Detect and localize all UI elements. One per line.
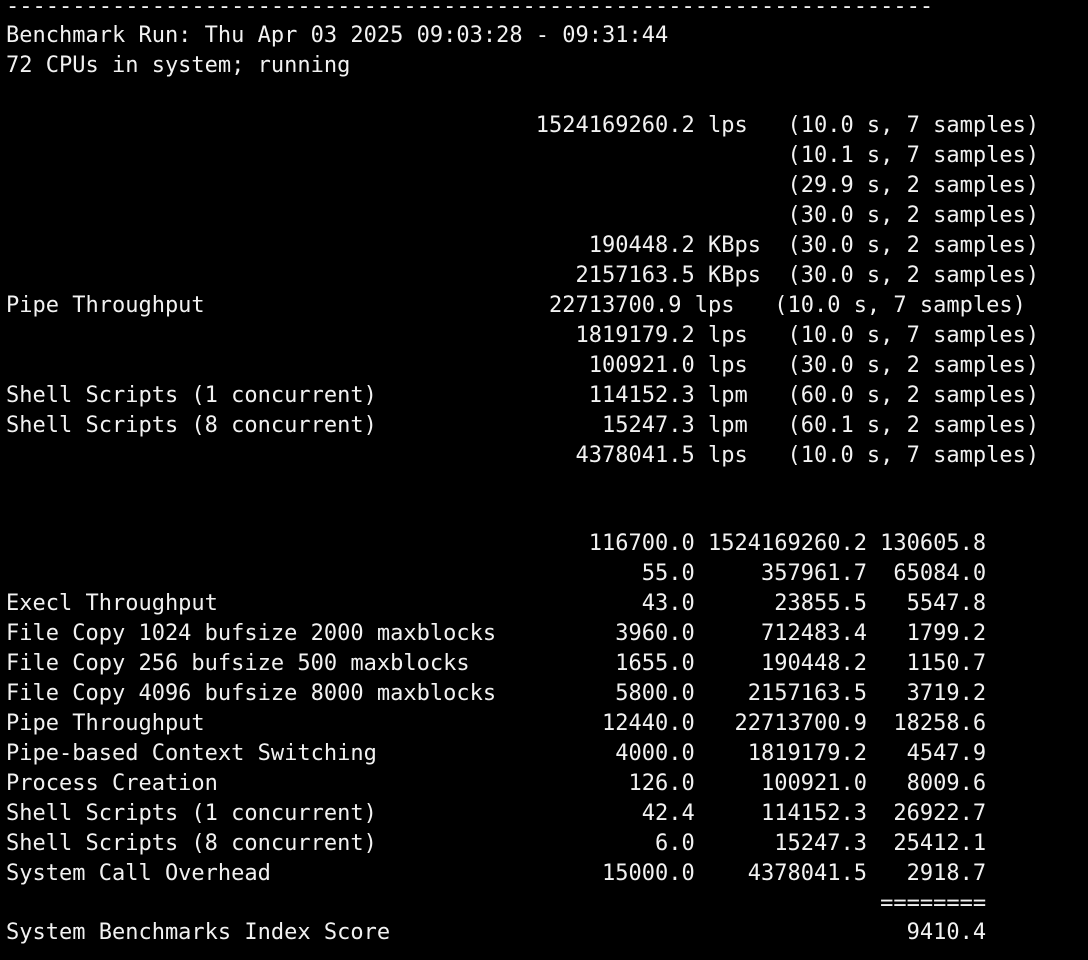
result-line-pipe-throughput: Pipe Throughput 22713700.9 lps (10.0 s, … — [6, 293, 1026, 318]
index-row-syscall: System Call Overhead 15000.0 4378041.5 2… — [6, 861, 987, 886]
index-table-row: 55.0 357961.7 65084.0 — [6, 561, 987, 586]
result-line: (29.9 s, 2 samples) — [6, 173, 1040, 198]
result-line: 1524169260.2 lps (10.0 s, 7 samples) — [6, 113, 1040, 138]
index-row-execl: Execl Throughput 43.0 23855.5 5547.8 — [6, 591, 987, 616]
index-row-shell-8: Shell Scripts (8 concurrent) 6.0 15247.3… — [6, 831, 987, 856]
result-line: (30.0 s, 2 samples) — [6, 203, 1040, 228]
result-line: 190448.2 KBps (30.0 s, 2 samples) — [6, 233, 1040, 258]
result-line: 1819179.2 lps (10.0 s, 7 samples) — [6, 323, 1040, 348]
score-separator: ======== — [6, 891, 987, 916]
cpu-info-line: 72 CPUs in system; running — [6, 53, 351, 78]
result-line: 100921.0 lps (30.0 s, 2 samples) — [6, 353, 1040, 378]
separator-line: ----------------------------------------… — [6, 0, 934, 19]
result-line: (10.1 s, 7 samples) — [6, 143, 1040, 168]
index-row-filecopy-4096: File Copy 4096 bufsize 8000 maxblocks 58… — [6, 681, 987, 706]
index-row-filecopy-256: File Copy 256 bufsize 500 maxblocks 1655… — [6, 651, 987, 676]
terminal-window[interactable]: ----------------------------------------… — [0, 0, 1088, 960]
result-line: 4378041.5 lps (10.0 s, 7 samples) — [6, 443, 1040, 468]
result-line-shell-8: Shell Scripts (8 concurrent) 15247.3 lpm… — [6, 413, 1040, 438]
index-row-shell-1: Shell Scripts (1 concurrent) 42.4 114152… — [6, 801, 987, 826]
result-line-shell-1: Shell Scripts (1 concurrent) 114152.3 lp… — [6, 383, 1040, 408]
index-score-line: System Benchmarks Index Score 9410.4 — [6, 920, 987, 945]
index-row-context-switch: Pipe-based Context Switching 4000.0 1819… — [6, 741, 987, 766]
index-table-row: 116700.0 1524169260.2 130605.8 — [6, 531, 987, 556]
benchmark-run-header: Benchmark Run: Thu Apr 03 2025 09:03:28 … — [6, 23, 669, 48]
index-row-process-creation: Process Creation 126.0 100921.0 8009.6 — [6, 771, 987, 796]
index-row-pipe-throughput: Pipe Throughput 12440.0 22713700.9 18258… — [6, 711, 987, 736]
result-line: 2157163.5 KBps (30.0 s, 2 samples) — [6, 263, 1040, 288]
index-row-filecopy-1024: File Copy 1024 bufsize 2000 maxblocks 39… — [6, 621, 987, 646]
